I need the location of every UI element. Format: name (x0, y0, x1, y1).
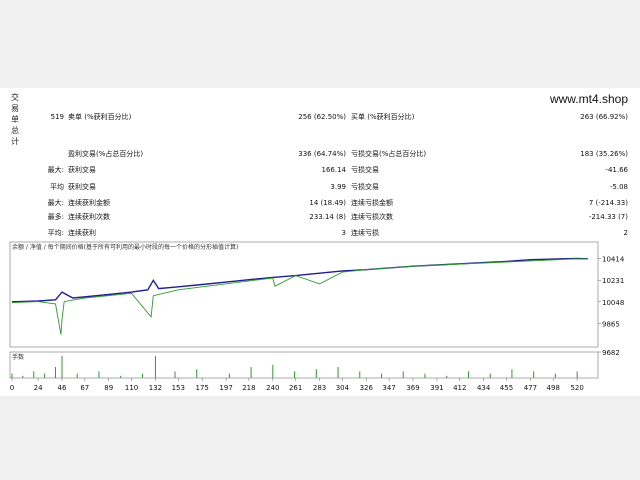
stat-v2: -41.66 (605, 166, 628, 174)
x-tick-label: 153 (172, 384, 185, 392)
x-tick-label: 412 (453, 384, 466, 392)
x-tick-label: 0 (10, 384, 14, 392)
stat-label: 最多: (47, 213, 64, 221)
y-tick-label: 9865 (602, 320, 620, 328)
x-tick-label: 89 (104, 384, 113, 392)
top-band (0, 0, 640, 88)
stat-c2: 亏损交易 (351, 166, 379, 174)
stat-c1: 盈利交易(%占总百分比) (68, 150, 144, 158)
x-tick-label: 326 (360, 384, 374, 392)
stat-v1: 336 (64.74%) (298, 150, 346, 158)
stat-c2: 买单 (%获利百分比) (351, 113, 415, 121)
x-tick-label: 304 (336, 384, 350, 392)
x-tick-label: 218 (242, 384, 255, 392)
stat-c1: 连续获利次数 (68, 213, 110, 221)
y-tick-label: 10048 (602, 299, 624, 307)
x-tick-label: 240 (266, 384, 279, 392)
x-tick-label: 197 (219, 384, 232, 392)
x-tick-label: 498 (547, 384, 560, 392)
stat-v1: 256 (62.50%) (298, 113, 346, 121)
stat-c2: 连续亏损金额 (351, 199, 393, 207)
stat-c2: 亏损交易(%占总百分比) (351, 150, 427, 158)
bottom-band (0, 396, 640, 480)
stat-v1: 14 (18.49) (309, 199, 346, 207)
x-tick-label: 455 (500, 384, 513, 392)
y-tick-label: 10231 (602, 277, 624, 285)
stat-c2: 亏损交易 (351, 183, 379, 191)
stat-v2: 183 (35.26%) (580, 150, 628, 158)
stat-v1: 233.14 (8) (309, 213, 346, 221)
x-tick-label: 520 (570, 384, 583, 392)
volume-label: 手数 (12, 353, 24, 361)
volume-plot-frame (9, 351, 599, 379)
stat-v2: -5.08 (609, 183, 628, 191)
stat-label: 平均 (50, 183, 64, 191)
stat-c1: 获利交易 (68, 183, 96, 191)
stat-label: 519 (50, 113, 64, 121)
x-tick-label: 283 (313, 384, 326, 392)
side-label-char: 交 (11, 93, 19, 102)
stat-label: 最大: (47, 166, 64, 174)
legend-text: 余额 / 净值 / 每个期间价格(基于所有可利用的最小时段的每一个价格的分形插值… (12, 243, 238, 251)
x-tick-label: 175 (196, 384, 209, 392)
y-tick-label: 10414 (602, 256, 625, 264)
x-tick-label: 132 (149, 384, 162, 392)
stat-c1: 连续获利金额 (68, 199, 110, 207)
stat-c1: 获利交易 (68, 166, 96, 174)
stat-v2: 263 (66.92%) (580, 113, 628, 121)
stat-c1: 卖单 (%获利百分比) (68, 113, 132, 121)
x-tick-label: 46 (58, 384, 67, 392)
x-tick-label: 67 (80, 384, 89, 392)
stat-v2: 7 (-214.33) (588, 199, 628, 207)
x-tick-label: 477 (524, 384, 537, 392)
stat-v1: 166.14 (321, 166, 347, 174)
stat-c2: 连续亏损次数 (351, 213, 393, 221)
x-tick-label: 261 (289, 384, 302, 392)
side-label-char: 计 (11, 137, 19, 146)
main-plot-frame (9, 241, 599, 348)
y-tick-label: 9682 (602, 349, 620, 357)
x-tick-label: 391 (430, 384, 443, 392)
stat-label: 最大: (47, 199, 64, 207)
stat-v1: 3.99 (330, 183, 346, 191)
x-tick-label: 347 (382, 384, 395, 392)
side-label-char: 总 (11, 126, 19, 135)
stat-v2: -214.33 (7) (588, 213, 628, 221)
watermark: www.mt4.shop (549, 92, 628, 106)
x-tick-label: 110 (125, 384, 138, 392)
x-tick-label: 434 (477, 384, 491, 392)
equity-chart: 余额 / 净值 / 每个期间价格(基于所有可利用的最小时段的每一个价格的分形插值… (9, 241, 625, 392)
x-tick-label: 24 (34, 384, 43, 392)
x-tick-label: 369 (406, 384, 419, 392)
